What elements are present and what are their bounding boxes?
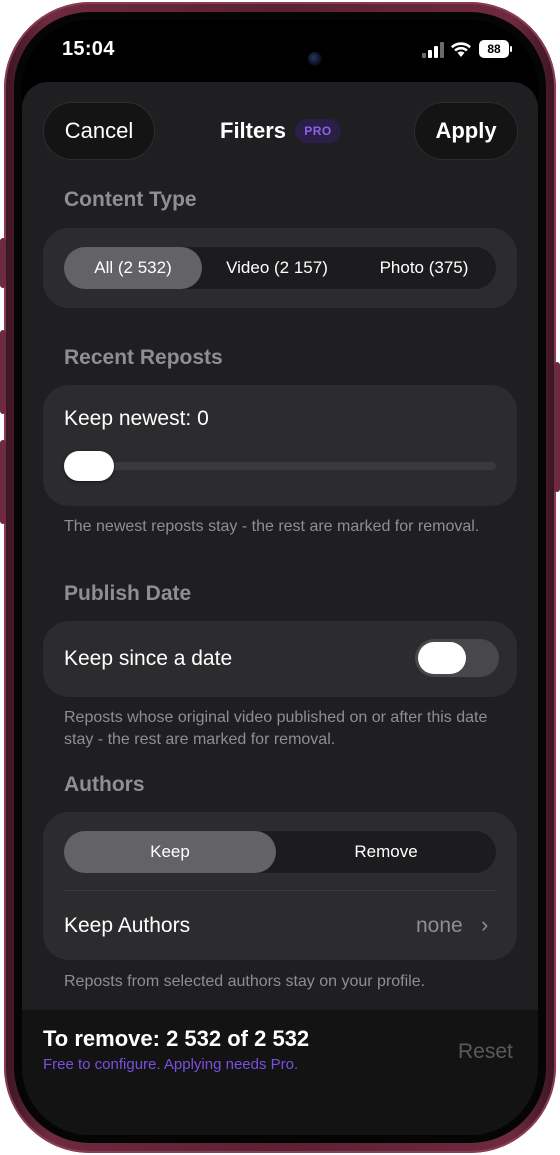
authors-segmented: Keep Remove	[64, 831, 496, 873]
content-type-segmented: All (2 532) Video (2 157) Photo (375)	[64, 247, 496, 289]
toggle-knob	[418, 642, 466, 674]
cellular-signal-icon	[422, 42, 444, 58]
battery-cap	[510, 46, 512, 52]
cancel-button[interactable]: Cancel	[43, 102, 155, 160]
pro-badge: PRO	[295, 119, 341, 143]
recent-reposts-card: Keep newest: 0	[43, 385, 517, 506]
segment-video[interactable]: Video (2 157)	[202, 247, 352, 289]
authors-heading: Authors	[64, 773, 145, 796]
authors-card: Keep Remove Keep Authors none ›	[43, 812, 517, 960]
segment-photo[interactable]: Photo (375)	[352, 247, 496, 289]
keep-newest-slider-thumb[interactable]	[64, 451, 114, 481]
camera-icon	[308, 52, 322, 66]
volume-up-button	[0, 330, 6, 414]
keep-since-date-label: Keep since a date	[64, 647, 233, 670]
recent-reposts-footnote: The newest reposts stay - the rest are m…	[64, 518, 480, 535]
recent-reposts-heading: Recent Reposts	[64, 346, 223, 369]
segment-keep[interactable]: Keep	[64, 831, 276, 873]
keep-newest-slider-track[interactable]	[64, 462, 496, 470]
power-button	[554, 362, 560, 492]
segment-remove[interactable]: Remove	[276, 831, 496, 873]
reset-button[interactable]: Reset	[458, 1040, 513, 1064]
keep-authors-value: none	[416, 914, 463, 937]
divider	[64, 890, 496, 891]
status-bar: 15:04 88	[22, 20, 538, 82]
action-button	[0, 238, 6, 288]
keep-authors-row[interactable]: Keep Authors none ›	[43, 892, 517, 960]
keep-newest-label: Keep newest: 0	[64, 407, 209, 430]
volume-down-button	[0, 440, 6, 524]
content-type-heading: Content Type	[64, 188, 197, 211]
wifi-icon	[451, 42, 471, 57]
segment-all[interactable]: All (2 532)	[64, 247, 202, 289]
screen: 15:04 88 Cancel Filters PRO Apply Conten…	[22, 20, 538, 1135]
filters-sheet: Cancel Filters PRO Apply Content Type Al…	[22, 82, 538, 1135]
apply-button[interactable]: Apply	[414, 102, 518, 160]
keep-since-date-toggle[interactable]	[415, 639, 499, 677]
page-title: Filters	[220, 118, 287, 143]
remove-count: To remove: 2 532 of 2 532	[43, 1026, 310, 1051]
pro-note-link[interactable]: Free to configure. Applying needs Pro.	[43, 1056, 298, 1073]
publish-date-card: Keep since a date	[43, 621, 517, 697]
chevron-right-icon: ›	[481, 912, 489, 937]
status-time: 15:04	[62, 38, 115, 60]
battery-icon: 88	[479, 40, 509, 58]
dynamic-island	[220, 34, 342, 82]
bottom-bar: To remove: 2 532 of 2 532 Free to config…	[22, 1010, 538, 1135]
content-type-card: All (2 532) Video (2 157) Photo (375)	[43, 228, 517, 308]
keep-authors-label: Keep Authors	[64, 914, 191, 937]
authors-footnote: Reposts from selected authors stay on yo…	[64, 973, 426, 990]
publish-date-footnote: Reposts whose original video published o…	[64, 709, 488, 748]
publish-date-heading: Publish Date	[64, 582, 192, 605]
